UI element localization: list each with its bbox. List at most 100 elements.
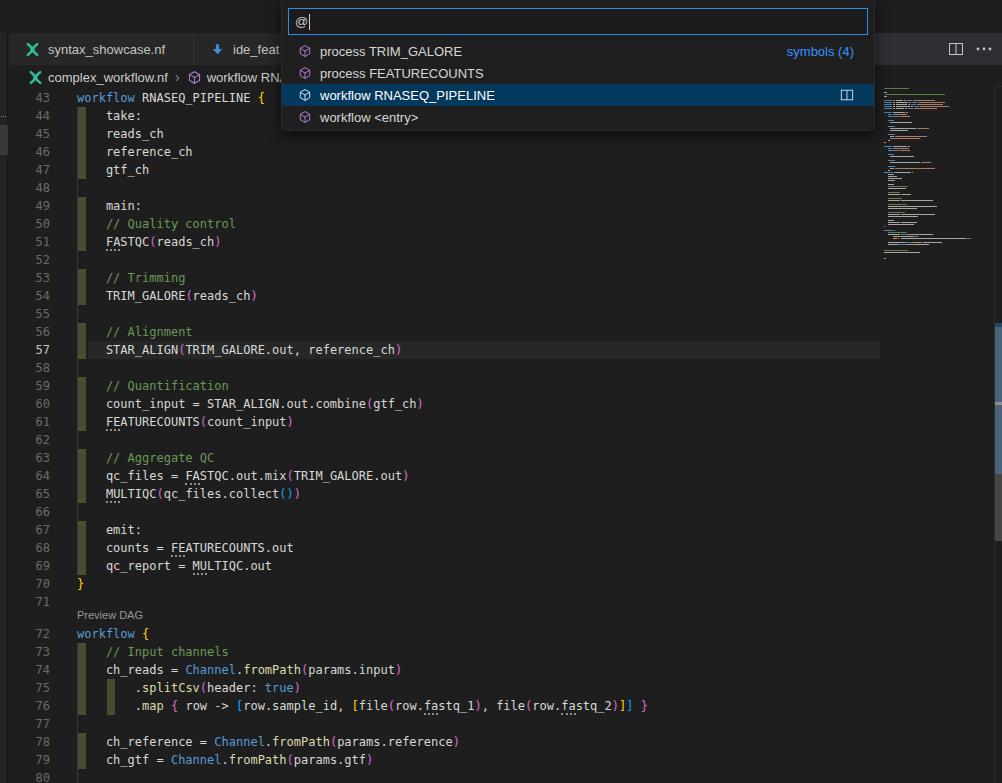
line-number[interactable]: 77 <box>20 715 50 733</box>
code-line[interactable]: // Input channels <box>77 643 229 661</box>
line-number[interactable]: 47 <box>20 161 50 179</box>
line-number[interactable]: 62 <box>20 431 50 449</box>
code-line[interactable]: main: <box>77 197 142 215</box>
code-line[interactable]: // Quantification <box>77 377 229 395</box>
code-line[interactable]: .splitCsv(header: true) <box>77 679 301 697</box>
line-number[interactable]: 74 <box>20 661 50 679</box>
line-number[interactable]: 53 <box>20 269 50 287</box>
line-number[interactable]: 60 <box>20 395 50 413</box>
code-line[interactable]: reference_ch <box>77 143 193 161</box>
code-line[interactable]: // Alignment <box>77 323 193 341</box>
split-editor-button[interactable] <box>948 41 964 57</box>
code-line[interactable]: STAR_ALIGN(TRIM_GALORE.out, reference_ch… <box>77 341 402 359</box>
code-line[interactable]: } <box>77 575 84 593</box>
line-number[interactable]: 63 <box>20 449 50 467</box>
symbol-method-icon <box>298 66 312 80</box>
code-line[interactable]: FASTQC(reads_ch) <box>77 233 222 251</box>
code-line[interactable]: workflow { <box>77 625 149 643</box>
line-number[interactable]: 78 <box>20 733 50 751</box>
quick-open-item-label: workflow RNASEQ_PIPELINE <box>320 88 495 103</box>
line-number[interactable]: 80 <box>20 769 50 783</box>
quick-open-item-label: process TRIM_GALORE <box>320 44 462 59</box>
left-scroll-strip[interactable] <box>0 33 8 783</box>
code-line[interactable]: ch_gtf = Channel.fromPath(params.gtf) <box>77 751 373 769</box>
line-number[interactable]: 48 <box>20 179 50 197</box>
code-line[interactable]: reads_ch <box>77 125 164 143</box>
code-line[interactable]: counts = FEATURECOUNTS.out <box>77 539 294 557</box>
indent-guide <box>77 769 78 783</box>
line-number[interactable]: 45 <box>20 125 50 143</box>
left-strip-thumb[interactable] <box>0 125 8 155</box>
code-line[interactable]: gtf_ch <box>77 161 149 179</box>
line-number[interactable]: 56 <box>20 323 50 341</box>
line-number[interactable]: 50 <box>20 215 50 233</box>
quick-open-item[interactable]: process FEATURECOUNTS <box>282 62 874 84</box>
code-line[interactable]: TRIM_GALORE(reads_ch) <box>77 287 258 305</box>
quick-open-item[interactable]: workflow RNASEQ_PIPELINE <box>282 84 874 106</box>
line-number[interactable]: 76 <box>20 697 50 715</box>
code-line[interactable]: count_input = STAR_ALIGN.out.combine(gtf… <box>77 395 424 413</box>
line-number[interactable]: 64 <box>20 467 50 485</box>
code-line[interactable]: MULTIQC(qc_files.collect()) <box>77 485 301 503</box>
quick-open-input[interactable]: @ <box>288 8 868 35</box>
indent-guide <box>77 359 78 377</box>
symbol-method-icon <box>298 110 312 124</box>
line-number[interactable]: 54 <box>20 287 50 305</box>
quick-open-item-label: workflow <entry> <box>320 110 418 125</box>
open-to-side-button[interactable] <box>840 88 854 102</box>
codelens-preview-dag[interactable]: Preview DAG <box>77 609 277 623</box>
line-number[interactable]: 49 <box>20 197 50 215</box>
code-line[interactable]: emit: <box>77 521 142 539</box>
line-number[interactable]: 69 <box>20 557 50 575</box>
code-line[interactable]: ch_reference = Channel.fromPath(params.r… <box>77 733 460 751</box>
indent-guide <box>77 179 78 197</box>
vscode-window: syntax_showcase.nf ide_feat complex_work… <box>0 0 1002 783</box>
code-line[interactable]: FEATURECOUNTS(count_input) <box>77 413 294 431</box>
code-line[interactable]: qc_files = FASTQC.out.mix(TRIM_GALORE.ou… <box>77 467 409 485</box>
code-line[interactable]: take: <box>77 107 142 125</box>
line-number[interactable]: 57 <box>20 341 50 359</box>
code-line[interactable]: // Trimming <box>77 269 185 287</box>
code-line[interactable]: // Quality control <box>77 215 236 233</box>
code-line[interactable]: ch_reads = Channel.fromPath(params.input… <box>77 661 402 679</box>
line-number[interactable]: 61 <box>20 413 50 431</box>
quick-open-item[interactable]: workflow <entry> <box>282 106 874 128</box>
line-number[interactable]: 55 <box>20 305 50 323</box>
line-number[interactable]: 75 <box>20 679 50 697</box>
quick-open-query: @ <box>295 14 308 29</box>
code-line[interactable]: qc_report = MULTIQC.out <box>77 557 272 575</box>
line-number[interactable]: 65 <box>20 485 50 503</box>
line-number[interactable]: 71 <box>20 593 50 611</box>
line-number[interactable]: 44 <box>20 107 50 125</box>
symbol-method-icon <box>298 44 312 58</box>
line-number[interactable]: 72 <box>20 625 50 643</box>
line-number[interactable]: 79 <box>20 751 50 769</box>
indent-guide <box>77 503 78 521</box>
line-number[interactable]: 67 <box>20 521 50 539</box>
code-line[interactable]: // Aggregate QC <box>77 449 214 467</box>
line-number[interactable]: 59 <box>20 377 50 395</box>
overview-ruler-highlight[interactable] <box>995 327 1002 402</box>
nextflow-icon <box>25 42 40 57</box>
line-number[interactable]: 43 <box>20 89 50 107</box>
indent-guide <box>77 251 78 269</box>
code-line[interactable]: workflow RNASEQ_PIPELINE { <box>77 89 265 107</box>
overview-ruler-highlight[interactable] <box>995 405 1002 474</box>
indent-guide <box>77 305 78 323</box>
minimap[interactable] <box>884 88 979 288</box>
line-number[interactable]: 68 <box>20 539 50 557</box>
more-actions-button[interactable] <box>975 41 993 57</box>
tab-syntax_showcase-nf[interactable]: syntax_showcase.nf <box>9 33 193 65</box>
line-number[interactable]: 58 <box>20 359 50 377</box>
quick-open-item[interactable]: process TRIM_GALOREsymbols (4) <box>282 40 874 62</box>
scrollbar-thumb[interactable] <box>995 474 1002 541</box>
quick-open-panel: @ process TRIM_GALOREsymbols (4) process… <box>281 0 875 131</box>
line-number[interactable]: 70 <box>20 575 50 593</box>
line-number[interactable]: 66 <box>20 503 50 521</box>
line-number[interactable]: 51 <box>20 233 50 251</box>
line-number[interactable]: 73 <box>20 643 50 661</box>
line-number[interactable]: 52 <box>20 251 50 269</box>
code-line[interactable]: .map { row -> [row.sample_id, [file(row.… <box>77 697 648 715</box>
breadcrumb-file[interactable]: complex_workflow.nf <box>48 70 168 85</box>
line-number[interactable]: 46 <box>20 143 50 161</box>
